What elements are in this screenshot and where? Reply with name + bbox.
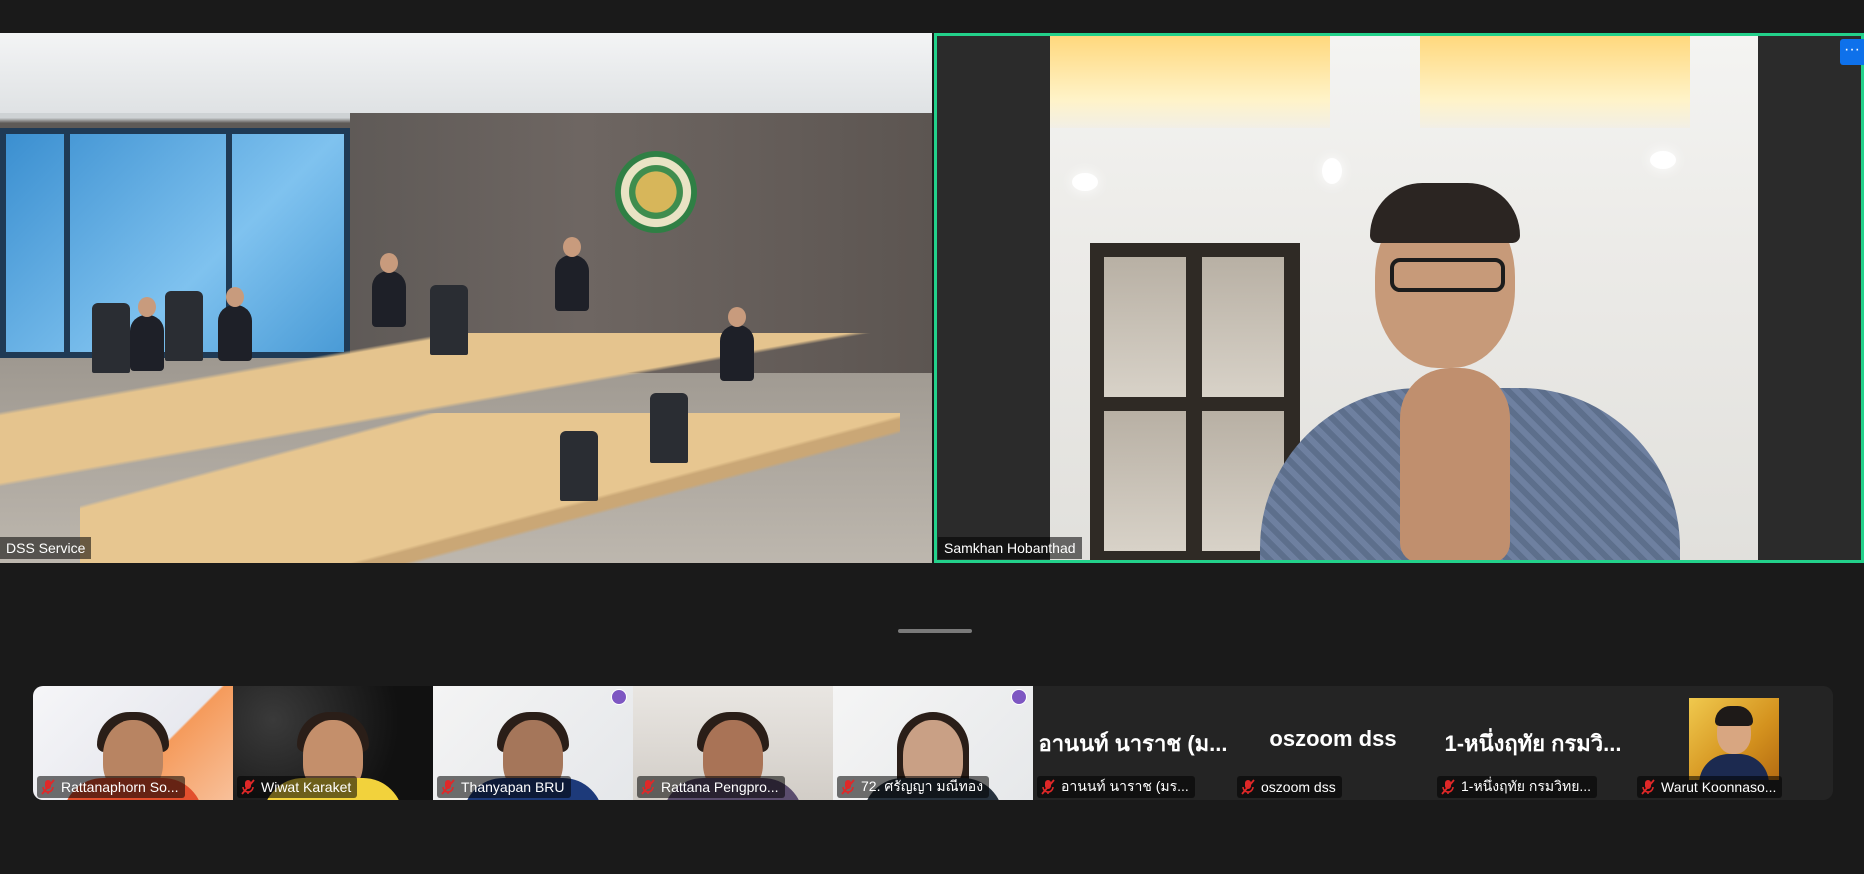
profile-photo [1689, 698, 1779, 780]
gallery-thumb[interactable]: Wiwat Karaket [233, 686, 433, 800]
participant-name: oszoom dss [1261, 779, 1336, 795]
gallery-name-tile[interactable]: oszoom dss oszoom dss [1233, 686, 1433, 800]
participant-name-tag: DSS Service [0, 537, 92, 559]
speaker-video [1050, 33, 1758, 563]
gallery-thumb[interactable]: Rattana Pengpro... [633, 686, 833, 800]
participant-display-name: oszoom dss [1269, 726, 1397, 751]
participant-name: 72. ศรัญญา มณีทอง [861, 778, 984, 794]
gallery-thumb[interactable]: Rattanaphorn So... [33, 686, 233, 800]
participant-display-name: 1-หนึ่งฤทัย กรมวิ... [1444, 731, 1622, 756]
mic-off-icon [1441, 779, 1455, 795]
participant-display-name: อานนท์ นาราช (ม... [1038, 731, 1228, 756]
mic-off-icon [1041, 779, 1055, 795]
top-bar [0, 0, 1864, 33]
mic-off-icon [1641, 779, 1655, 795]
participant-name: อานนท์ นาราช (มร... [1061, 778, 1189, 794]
gallery-name-tile[interactable]: 1-หนึ่งฤทัย กรมวิ... 1-หนึ่งฤทัย กรมวิทย… [1433, 686, 1633, 800]
mic-off-icon [241, 779, 255, 795]
gallery-photo-tile[interactable]: Warut Koonnaso... [1633, 686, 1833, 800]
mic-off-icon [1241, 779, 1255, 795]
mic-off-icon [841, 779, 855, 795]
participant-name: Warut Koonnaso... [1661, 779, 1777, 795]
conference-room-video [0, 33, 932, 563]
emblem-logo [615, 151, 697, 233]
mic-off-icon [441, 779, 455, 795]
gallery-thumb[interactable]: 72. ศรัญญา มณีทอง [833, 686, 1033, 800]
participant-name: Rattanaphorn So... [61, 779, 179, 795]
video-tile-active-speaker[interactable]: ··· Samkhan Hobanthad [934, 33, 1864, 563]
participant-name: Thanyapan BRU [461, 779, 565, 795]
status-badge [1011, 689, 1027, 705]
resize-divider-handle[interactable] [898, 629, 972, 633]
participant-name-tag: Samkhan Hobanthad [938, 537, 1082, 559]
more-options-button[interactable]: ··· [1840, 39, 1864, 65]
bottom-area [0, 820, 1864, 874]
mic-off-icon [41, 779, 55, 795]
participant-name: Wiwat Karaket [261, 779, 352, 795]
gallery-thumb[interactable]: Thanyapan BRU [433, 686, 633, 800]
participant-name: 1-หนึ่งฤทัย กรมวิทย... [1461, 778, 1592, 794]
mic-off-icon [641, 779, 655, 795]
gallery-name-tile[interactable]: อานนท์ นาราช (ม... อานนท์ นาราช (มร... [1033, 686, 1233, 800]
status-badge [611, 689, 627, 705]
participant-name: Rattana Pengpro... [661, 779, 779, 795]
gallery-strip: Rattanaphorn So... Wiwat Karaket Thanyap… [33, 686, 1833, 800]
video-tile-dss-service[interactable]: DSS Service [0, 33, 932, 563]
